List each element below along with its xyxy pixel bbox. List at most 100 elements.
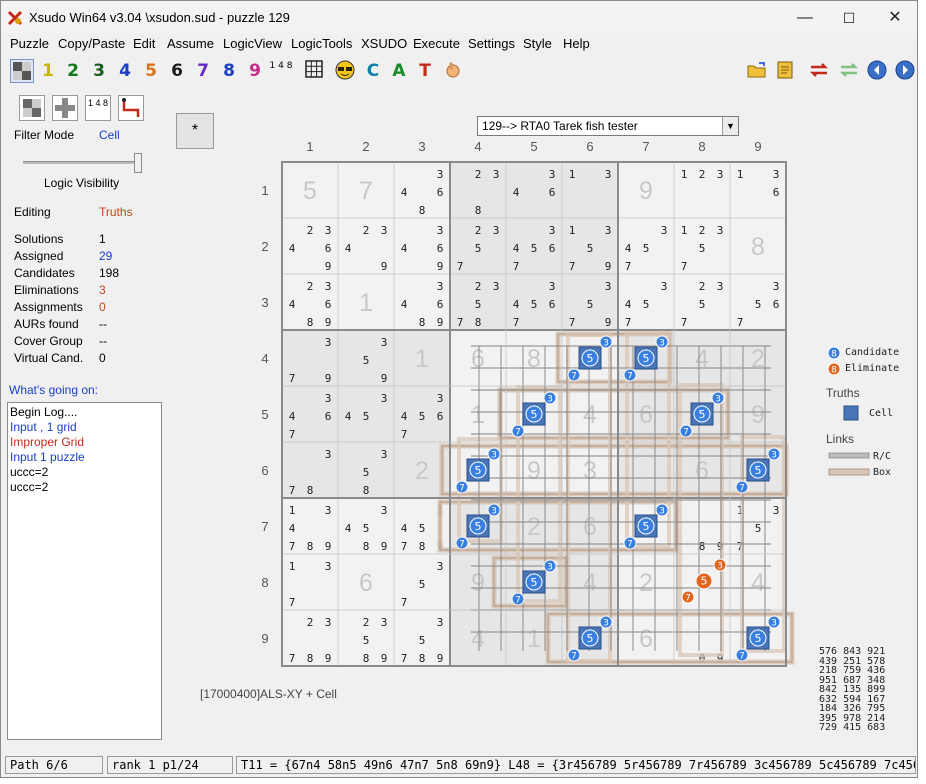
truth-cell[interactable] — [690, 402, 714, 426]
truth-cell[interactable] — [746, 458, 770, 482]
grid-cell[interactable] — [282, 330, 338, 386]
logic-visibility-slider-thumb[interactable] — [134, 153, 142, 173]
grid-cell[interactable] — [394, 218, 450, 274]
grid-cell[interactable] — [562, 218, 618, 274]
truth-cell[interactable] — [522, 570, 546, 594]
menu-puzzle[interactable]: Puzzle — [10, 36, 49, 51]
minimize-button[interactable]: — — [783, 7, 827, 29]
grid-cell[interactable] — [450, 386, 506, 442]
grid-cell[interactable] — [450, 218, 506, 274]
grid-cell[interactable] — [282, 498, 338, 554]
grid-cell[interactable] — [282, 554, 338, 610]
glasses-button[interactable] — [333, 59, 357, 83]
filter-mode-value[interactable]: Cell — [99, 128, 120, 142]
grid-cell[interactable] — [562, 498, 618, 554]
grid-cell[interactable] — [674, 218, 730, 274]
grid-cell[interactable] — [562, 442, 618, 498]
grid-cell[interactable] — [338, 162, 394, 218]
filter-cross-button[interactable] — [52, 95, 78, 121]
editing-value[interactable]: Truths — [99, 205, 133, 219]
grid-cell[interactable] — [674, 162, 730, 218]
grid-4-button[interactable] — [303, 59, 327, 83]
menu-xsudo[interactable]: XSUDO — [361, 36, 407, 51]
grid-cell[interactable] — [618, 610, 674, 666]
grid-cell[interactable] — [506, 442, 562, 498]
next-button[interactable] — [893, 59, 917, 83]
grid-cell[interactable] — [618, 442, 674, 498]
a-button[interactable]: A — [387, 59, 411, 83]
grid-cell[interactable] — [674, 386, 730, 442]
grid-cell[interactable] — [338, 554, 394, 610]
truth-cell[interactable] — [578, 626, 602, 650]
grid-cell[interactable] — [450, 498, 506, 554]
grid-cell[interactable] — [394, 274, 450, 330]
truth-cell[interactable] — [634, 514, 658, 538]
menu-style[interactable]: Style — [523, 36, 552, 51]
grid-cell[interactable] — [394, 610, 450, 666]
forward-swap-button[interactable] — [837, 59, 861, 83]
grid-cell[interactable] — [282, 386, 338, 442]
c-button[interactable]: C — [361, 59, 385, 83]
truth-cell[interactable] — [466, 458, 490, 482]
filter-link-button[interactable] — [118, 95, 144, 121]
grid-cell[interactable] — [450, 330, 506, 386]
grid-cell[interactable] — [394, 330, 450, 386]
grid-cell[interactable] — [338, 442, 394, 498]
grid-cell[interactable] — [562, 610, 618, 666]
grid-cell[interactable] — [394, 386, 450, 442]
maximize-button[interactable]: ☐ — [827, 7, 871, 29]
digit-8-button[interactable]: 8 — [217, 59, 241, 83]
grid-cell[interactable] — [618, 330, 674, 386]
grid-cell[interactable] — [394, 442, 450, 498]
digit-9-button[interactable]: 9 — [243, 59, 267, 83]
menu-edit[interactable]: Edit — [133, 36, 155, 51]
menu-assume[interactable]: Assume — [167, 36, 214, 51]
grid-cell[interactable] — [674, 498, 730, 554]
grid-cell[interactable] — [506, 162, 562, 218]
grid-cell[interactable] — [562, 162, 618, 218]
grid-cell[interactable] — [618, 498, 674, 554]
close-button[interactable]: ✕ — [873, 7, 917, 29]
grid-view-button[interactable] — [10, 59, 34, 83]
digit-3-button[interactable]: 3 — [87, 59, 111, 83]
grid-cell[interactable] — [674, 442, 730, 498]
grid-cell[interactable] — [450, 554, 506, 610]
open-folder-button[interactable] — [745, 59, 769, 83]
t-button[interactable]: T — [413, 59, 437, 83]
truth-cell[interactable] — [746, 626, 770, 650]
grid-cell[interactable] — [338, 274, 394, 330]
menu-copy-paste[interactable]: Copy/Paste — [58, 36, 125, 51]
chevron-down-icon[interactable]: ▼ — [722, 117, 738, 135]
grid-cell[interactable] — [282, 442, 338, 498]
grid-cell[interactable] — [562, 330, 618, 386]
grid-cell[interactable] — [282, 274, 338, 330]
grid-cell[interactable] — [394, 554, 450, 610]
grid-cell[interactable] — [730, 442, 786, 498]
grid-cell[interactable] — [730, 162, 786, 218]
truth-cell[interactable] — [578, 346, 602, 370]
filter-grid-button[interactable] — [19, 95, 45, 121]
grid-cell[interactable] — [506, 554, 562, 610]
star-button[interactable]: * — [176, 113, 214, 149]
digit-5-button[interactable]: 5 — [139, 59, 163, 83]
truth-cell[interactable] — [634, 346, 658, 370]
digit-2-button[interactable]: 2 — [61, 59, 85, 83]
digit-4-button[interactable]: 4 — [113, 59, 137, 83]
grid-cell[interactable] — [618, 218, 674, 274]
truth-cell[interactable] — [522, 402, 546, 426]
grid-cell[interactable] — [562, 386, 618, 442]
truth-cell[interactable] — [466, 514, 490, 538]
grid-cell[interactable] — [730, 330, 786, 386]
menu-logictools[interactable]: LogicTools — [291, 36, 352, 51]
grid-cell[interactable] — [450, 274, 506, 330]
grid-cell[interactable] — [730, 610, 786, 666]
grid-cell[interactable] — [394, 498, 450, 554]
menu-settings[interactable]: Settings — [468, 36, 515, 51]
grid-cell[interactable] — [674, 330, 730, 386]
grid-cell[interactable] — [282, 162, 338, 218]
grid-cell[interactable] — [394, 162, 450, 218]
grid-cell[interactable] — [730, 274, 786, 330]
grid-cell[interactable] — [730, 554, 786, 610]
grid-cell[interactable] — [618, 386, 674, 442]
grid-cell[interactable] — [506, 274, 562, 330]
